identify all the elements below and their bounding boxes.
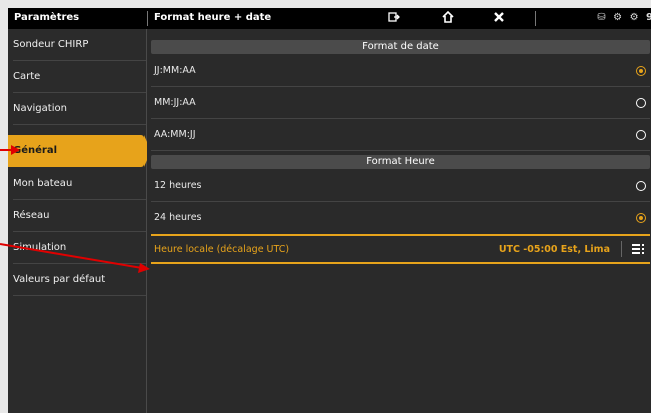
radio-unselected-icon[interactable]: [636, 130, 646, 140]
option-label: AA:MM:JJ: [154, 129, 196, 140]
option-label: JJ:MM:AA: [154, 65, 196, 76]
date-format-option-jjmmaa[interactable]: JJ:MM:AA: [151, 55, 650, 87]
time-format-header: Format Heure: [151, 155, 650, 169]
sidebar-item-mon-bateau[interactable]: Mon bateau: [8, 168, 146, 200]
date-format-option-aammjj[interactable]: AA:MM:JJ: [151, 119, 650, 151]
sidebar-item-label: Général: [13, 145, 57, 156]
sidebar-item-general[interactable]: Général: [8, 135, 151, 167]
sidebar-item-label: Carte: [13, 71, 41, 82]
sidebar-item-reseau[interactable]: Réseau: [8, 200, 146, 232]
top-bar: Paramètres Format heure + date ⛁ ⚙ ⚙ 9: [8, 8, 651, 29]
option-label: 24 heures: [154, 212, 202, 223]
settings-content: Format de date JJ:MM:AA MM:JJ:AA AA:MM:J…: [147, 29, 651, 413]
time-format-option-24h[interactable]: 24 heures: [151, 202, 650, 234]
sidebar-item-label: Simulation: [13, 242, 67, 253]
radio-unselected-icon[interactable]: [636, 181, 646, 191]
date-format-header: Format de date: [151, 40, 650, 54]
timezone-row[interactable]: Heure locale (décalage UTC) UTC -05:00 E…: [151, 234, 650, 264]
section-title: Paramètres: [14, 12, 80, 23]
sidebar-item-label: Sondeur CHIRP: [13, 39, 89, 50]
timezone-value: UTC -05:00 Est, Lima: [498, 244, 610, 255]
exit-icon[interactable]: [388, 11, 400, 26]
device-screen-frame: Paramètres Format heure + date ⛁ ⚙ ⚙ 9 S…: [0, 8, 651, 413]
divider: [151, 150, 650, 151]
divider: [13, 295, 146, 296]
sidebar-item-carte[interactable]: Carte: [8, 61, 146, 93]
close-icon[interactable]: [493, 11, 505, 26]
radio-selected-icon[interactable]: [636, 66, 646, 76]
page-title: Format heure + date: [154, 12, 272, 23]
status-icons: ⛁ ⚙ ⚙ 9: [597, 12, 651, 23]
settings-sidebar: Sondeur CHIRP Carte Navigation Général M…: [8, 29, 151, 413]
settings-screen: Paramètres Format heure + date ⛁ ⚙ ⚙ 9 S…: [8, 8, 651, 413]
date-format-option-mmjjaa[interactable]: MM:JJ:AA: [151, 87, 650, 119]
option-label: MM:JJ:AA: [154, 97, 196, 108]
sidebar-item-label: Navigation: [13, 103, 67, 114]
time-format-option-12h[interactable]: 12 heures: [151, 170, 650, 202]
top-bar-divider: [535, 11, 536, 26]
divider: [13, 124, 146, 125]
sidebar-item-sondeur-chirp[interactable]: Sondeur CHIRP: [8, 29, 146, 61]
timezone-label: Heure locale (décalage UTC): [154, 244, 290, 255]
menu-list-icon[interactable]: [632, 242, 644, 256]
top-bar-divider: [147, 11, 148, 26]
home-icon[interactable]: [442, 10, 454, 26]
sidebar-item-valeurs-par-defaut[interactable]: Valeurs par défaut: [8, 264, 146, 296]
sidebar-item-label: Valeurs par défaut: [13, 274, 106, 285]
radio-selected-icon[interactable]: [636, 213, 646, 223]
sidebar-item-label: Réseau: [13, 210, 50, 221]
sidebar-item-label: Mon bateau: [13, 178, 73, 189]
sidebar-item-navigation[interactable]: Navigation: [8, 93, 146, 125]
sidebar-item-simulation[interactable]: Simulation: [8, 232, 146, 264]
radio-unselected-icon[interactable]: [636, 98, 646, 108]
option-label: 12 heures: [154, 180, 202, 191]
divider: [621, 241, 622, 257]
